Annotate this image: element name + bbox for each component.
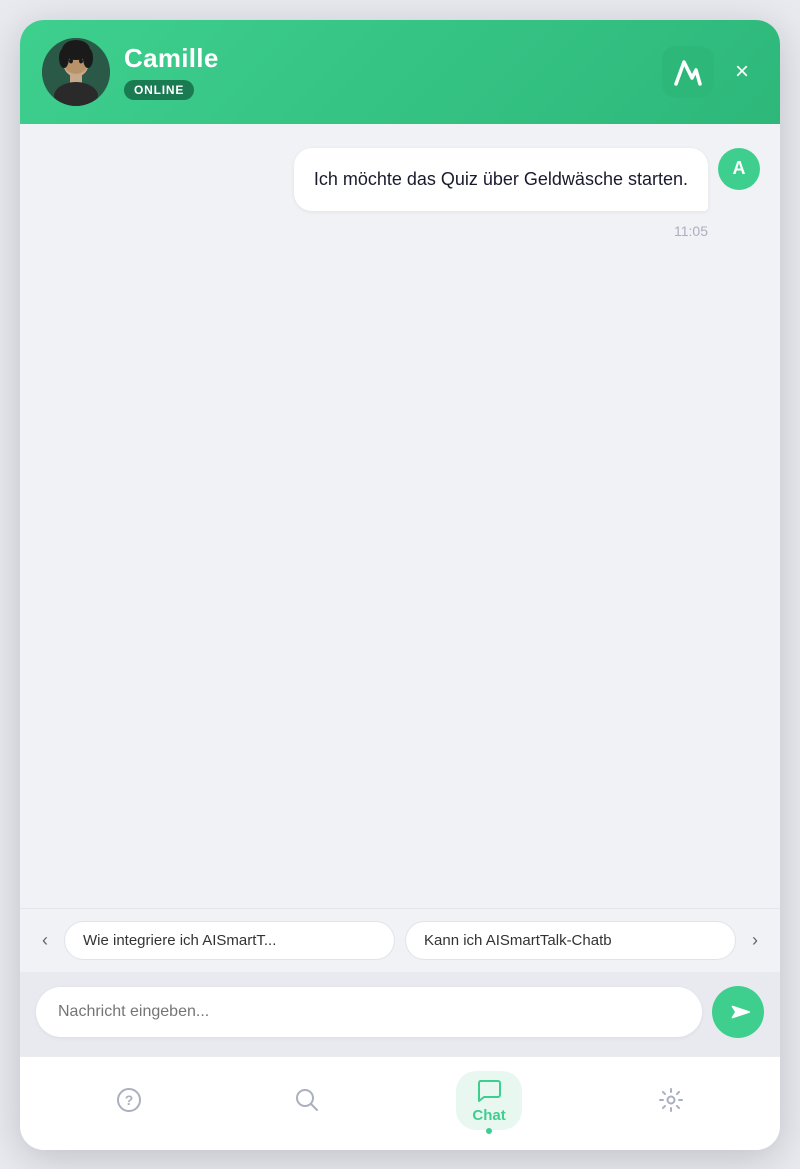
help-icon: ? (116, 1087, 142, 1113)
header-actions: × (662, 46, 758, 98)
send-icon (722, 996, 753, 1027)
nav-item-chat[interactable]: Chat (456, 1071, 521, 1130)
nav-chat-label: Chat (472, 1107, 505, 1124)
user-avatar: A (718, 148, 760, 190)
chat-icon (476, 1077, 502, 1103)
logo-button[interactable] (662, 46, 714, 98)
message-row: Ich möchte das Quiz über Geldwäsche star… (40, 148, 760, 211)
message-input[interactable] (36, 987, 702, 1037)
nav-item-settings[interactable] (642, 1081, 700, 1119)
send-button[interactable] (712, 986, 764, 1038)
suggestions-bar: ‹ Wie integriere ich AISmartT... Kann ic… (20, 908, 780, 972)
suggestions-next-button[interactable]: › (746, 926, 764, 955)
settings-icon (658, 1087, 684, 1113)
chat-header: Camille ONLINE × (20, 20, 780, 124)
nav-item-search[interactable] (278, 1081, 336, 1119)
agent-avatar (42, 38, 110, 106)
close-button[interactable]: × (726, 56, 758, 88)
online-status: ONLINE (124, 80, 194, 100)
nav-item-help[interactable]: ? (100, 1081, 158, 1119)
messages-area: Ich möchte das Quiz über Geldwäsche star… (20, 124, 780, 908)
bottom-nav: ? Chat (20, 1056, 780, 1150)
nav-active-dot (486, 1128, 492, 1134)
input-area (20, 972, 780, 1056)
message-text: Ich möchte das Quiz über Geldwäsche star… (314, 169, 688, 189)
message-timestamp: 11:05 (40, 223, 760, 239)
message-bubble: Ich möchte das Quiz über Geldwäsche star… (294, 148, 708, 211)
suggestions-prev-button[interactable]: ‹ (36, 926, 54, 955)
suggestion-button-1[interactable]: Wie integriere ich AISmartT... (64, 921, 395, 960)
search-icon (294, 1087, 320, 1113)
suggestion-button-2[interactable]: Kann ich AISmartTalk-Chatb (405, 921, 736, 960)
svg-text:?: ? (125, 1092, 134, 1108)
chat-widget: Camille ONLINE × Ich möchte das Quiz übe… (20, 20, 780, 1150)
